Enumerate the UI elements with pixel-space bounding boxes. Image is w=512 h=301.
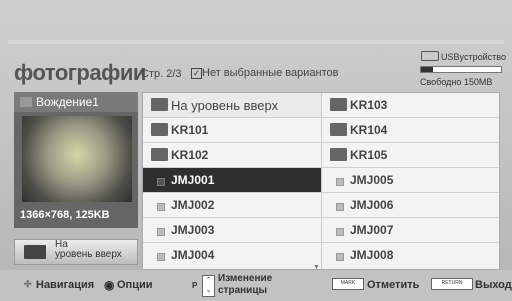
folder-icon	[330, 123, 347, 136]
ok-button-icon: ◉	[104, 278, 115, 292]
list-item[interactable]: JMJ002	[143, 193, 321, 218]
preview-image	[22, 116, 132, 202]
navigation-hint: Навигация	[36, 279, 95, 291]
preview-info: 1366×768, 125KB	[20, 209, 110, 221]
file-icon	[157, 253, 165, 261]
list-item-up[interactable]: На уровень вверх	[143, 93, 321, 118]
file-icon	[157, 203, 165, 211]
file-icon	[157, 178, 165, 186]
list-item[interactable]: KR105	[322, 143, 499, 168]
list-item[interactable]: JMJ005	[322, 168, 499, 193]
p-key-label: P	[192, 281, 198, 290]
selection-status: Нет выбранные вариантов	[202, 67, 339, 79]
page-title: фотографии	[14, 60, 146, 85]
list-item-selected[interactable]: JMJ001	[143, 168, 321, 193]
file-icon	[157, 228, 165, 236]
options-hint: Опции	[117, 279, 153, 291]
file-icon	[336, 178, 344, 186]
list-item[interactable]: JMJ004	[143, 243, 321, 267]
folder-up-icon	[24, 245, 46, 259]
folder-icon	[330, 98, 347, 111]
mark-key: MARK	[332, 278, 364, 290]
list-item[interactable]: JMJ006	[322, 193, 499, 218]
folder-icon	[330, 148, 347, 161]
navigation-icon: ✣	[24, 279, 32, 289]
page-change-hint: Изменение страницы	[218, 273, 273, 296]
preview-name: Вождение1	[36, 95, 99, 109]
list-item[interactable]: KR102	[143, 143, 321, 168]
file-icon	[336, 253, 344, 261]
top-bar	[8, 40, 504, 44]
page-indicator: Стр. 2/3	[141, 68, 182, 80]
return-key: RETURN	[431, 278, 473, 290]
usb-icon	[421, 51, 439, 61]
footer-bar: ✣ Навигация ◉ Опции P ⌃ ⌄ Изменение стран…	[0, 270, 512, 301]
list-item[interactable]: KR101	[143, 118, 321, 143]
list-item[interactable]: JMJ008	[322, 243, 499, 267]
file-list: На уровень вверх KR101 KR102 JMJ001 JMJ0…	[142, 92, 500, 270]
page-updown-icon: ⌃ ⌄	[202, 275, 215, 297]
mark-hint: Отметить	[367, 279, 420, 291]
list-item[interactable]: KR103	[322, 93, 499, 118]
photo-icon	[20, 97, 32, 107]
file-icon	[336, 228, 344, 236]
exit-hint: Выход	[475, 279, 512, 291]
up-level-button-label: На уровень вверх	[55, 239, 122, 260]
list-item[interactable]: KR104	[322, 118, 499, 143]
storage-bar-fill	[421, 67, 433, 72]
list-item[interactable]: JMJ007	[322, 218, 499, 243]
checkbox-icon: ✓	[191, 68, 202, 79]
folder-icon	[151, 123, 168, 136]
folder-up-icon	[151, 98, 168, 111]
free-space: Свободно 150MB	[420, 77, 493, 87]
usb-device-label: USBуcтройство	[441, 52, 506, 62]
folder-icon	[151, 148, 168, 161]
list-item[interactable]: JMJ003	[143, 218, 321, 243]
file-icon	[336, 203, 344, 211]
